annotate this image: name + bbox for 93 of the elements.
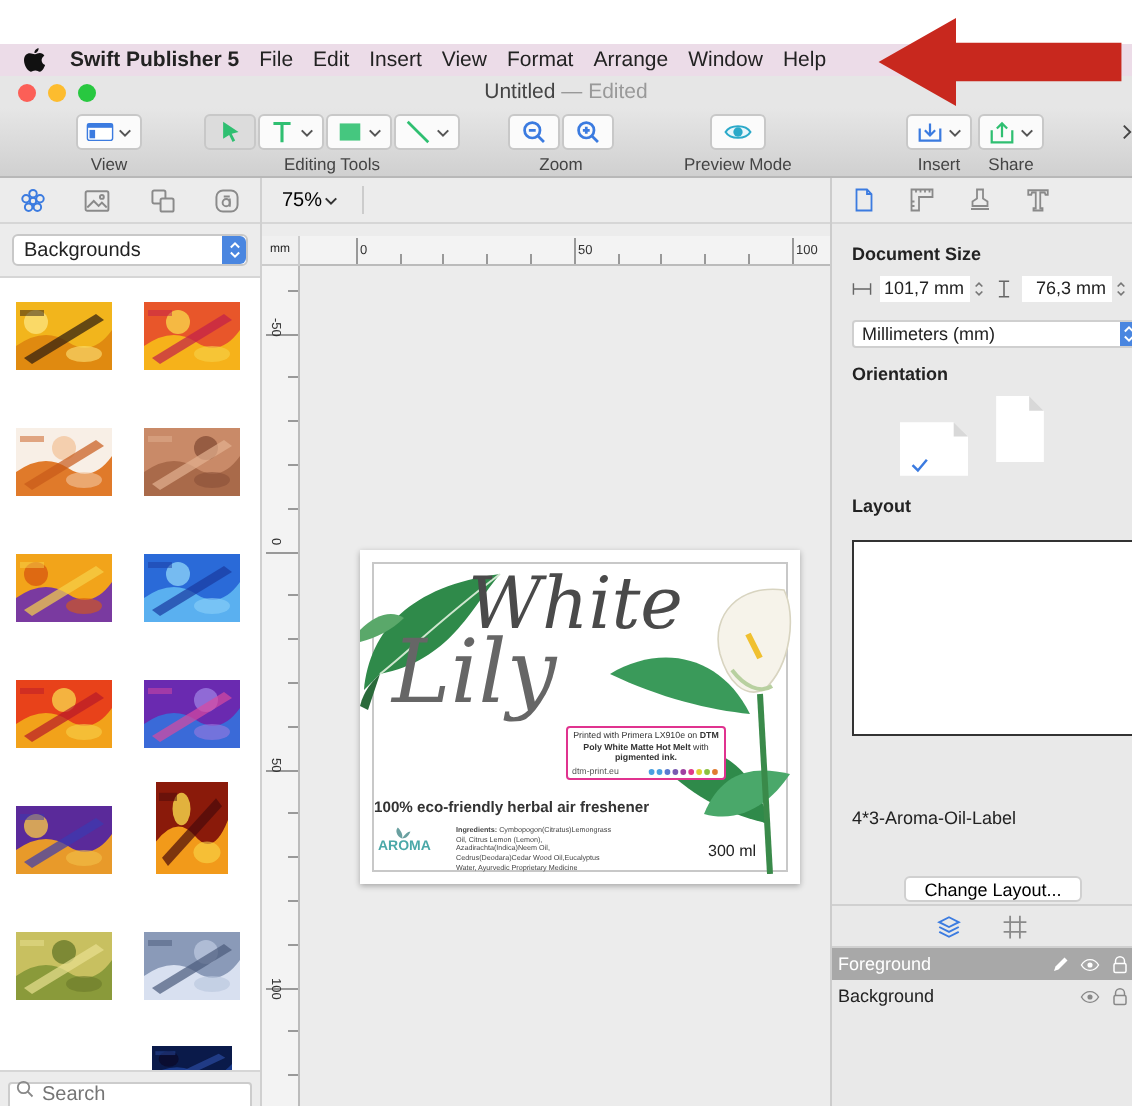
share-button[interactable] [978, 114, 1044, 150]
view-button[interactable] [76, 114, 142, 150]
ruler-icon [910, 188, 934, 212]
toolbar-label: Share [988, 154, 1034, 174]
search-icon [16, 1080, 34, 1098]
caret-icon [948, 127, 962, 137]
toolbar-label: Preview Mode [684, 154, 792, 174]
menu-item[interactable]: File [259, 48, 294, 72]
zoom-out-icon [520, 120, 548, 144]
layer-row[interactable]: Background [832, 980, 1132, 1012]
text-icon [268, 120, 296, 144]
tray-arrow-icon [916, 120, 944, 144]
layers-icon [936, 913, 962, 939]
menu-item[interactable]: Insert [369, 48, 422, 72]
toolbar-label: View [90, 154, 128, 174]
share-icon [988, 120, 1016, 144]
zoom-in-button[interactable] [562, 114, 614, 150]
menu-item[interactable]: Window [688, 48, 763, 72]
toolbar-label: Insert [917, 154, 961, 174]
caret-icon [436, 127, 450, 137]
layers-tab[interactable] [936, 913, 962, 939]
zoom-button[interactable] [78, 83, 96, 101]
edited-status: — Edited [561, 80, 648, 104]
menu-item[interactable]: Arrange [593, 48, 669, 72]
chevron-icon[interactable] [1122, 124, 1132, 140]
height-icon [994, 280, 1014, 298]
units-dropdown[interactable]: Millimeters (mm) [852, 320, 1132, 348]
stamp-icon [968, 188, 992, 212]
shape-tool[interactable] [326, 114, 392, 150]
caret-icon [368, 127, 382, 137]
caret-icon [1020, 127, 1034, 137]
lock-icon[interactable] [1110, 955, 1130, 973]
toolbar-label: Zoom [539, 154, 583, 174]
type-tab[interactable] [1026, 188, 1050, 212]
pointer-tool[interactable] [204, 114, 256, 150]
text-tool[interactable] [258, 114, 324, 150]
line-icon [404, 120, 432, 144]
window-title: Untitled [484, 80, 556, 104]
type-icon [1026, 188, 1050, 212]
menu-item[interactable]: View [441, 48, 487, 72]
menu-item[interactable]: Help [782, 48, 827, 72]
eye-icon[interactable] [1080, 987, 1100, 1005]
page-icon [852, 188, 876, 212]
zoom-in-icon [574, 120, 602, 144]
ink-dots-drawing [648, 767, 720, 776]
height-field[interactable]: 76,3 mm [1022, 276, 1112, 302]
label-volume: 300 ml [708, 842, 757, 860]
line-tool[interactable] [394, 114, 460, 150]
app-menu[interactable]: Swift Publisher 5 [70, 48, 240, 72]
grid-tab[interactable] [1002, 913, 1028, 939]
width-field[interactable]: 101,7 mm [880, 276, 970, 302]
shapes-tab[interactable] [149, 187, 176, 213]
toolbar-label: Editing Tools [283, 154, 381, 174]
stepper-icon [227, 240, 241, 260]
stepper-icon[interactable] [974, 278, 984, 300]
apple-icon[interactable] [24, 47, 46, 73]
grid-icon [1002, 913, 1028, 939]
search-field[interactable]: Search [8, 1081, 252, 1106]
image-tab[interactable] [84, 187, 111, 213]
layout-name: 4*3-Aroma-Oil-Label [852, 808, 1019, 828]
close-button[interactable] [18, 83, 36, 101]
square-icon [336, 120, 364, 144]
section-heading: Layout [852, 496, 914, 516]
section-heading: Orientation [852, 364, 951, 384]
leaf-logo-icon [392, 826, 412, 840]
stepper-icon [1122, 324, 1132, 344]
stepper-icon[interactable] [1116, 278, 1126, 300]
insert-button[interactable] [906, 114, 972, 150]
category-dropdown[interactable]: Backgrounds [12, 234, 248, 266]
window-icon [86, 120, 114, 144]
text-icon [214, 187, 241, 213]
width-icon [852, 280, 872, 298]
ruler-tab[interactable] [910, 188, 934, 212]
section-heading: Document Size [852, 244, 984, 264]
zoom-out-button[interactable] [508, 114, 560, 150]
eye-icon [723, 120, 752, 144]
preview-button[interactable] [709, 114, 766, 150]
pencil-icon[interactable] [1050, 955, 1070, 973]
text-tab[interactable] [214, 187, 241, 213]
caret-icon [300, 127, 314, 137]
shapes-icon [149, 187, 176, 213]
lock-icon[interactable] [1110, 987, 1130, 1005]
caret-icon [324, 195, 339, 205]
caret-icon [118, 127, 132, 137]
flower-tab[interactable] [19, 187, 46, 213]
stamp-tab[interactable] [968, 188, 992, 212]
menu-item[interactable]: Edit [313, 48, 350, 72]
menu-item[interactable]: Format [506, 48, 574, 72]
change-layout-button[interactable]: Change Layout... [904, 876, 1082, 902]
zoom-dropdown[interactable]: 75% [282, 189, 339, 211]
flower-icon [19, 187, 46, 213]
page-tab[interactable] [852, 188, 876, 212]
image-icon [84, 187, 111, 213]
